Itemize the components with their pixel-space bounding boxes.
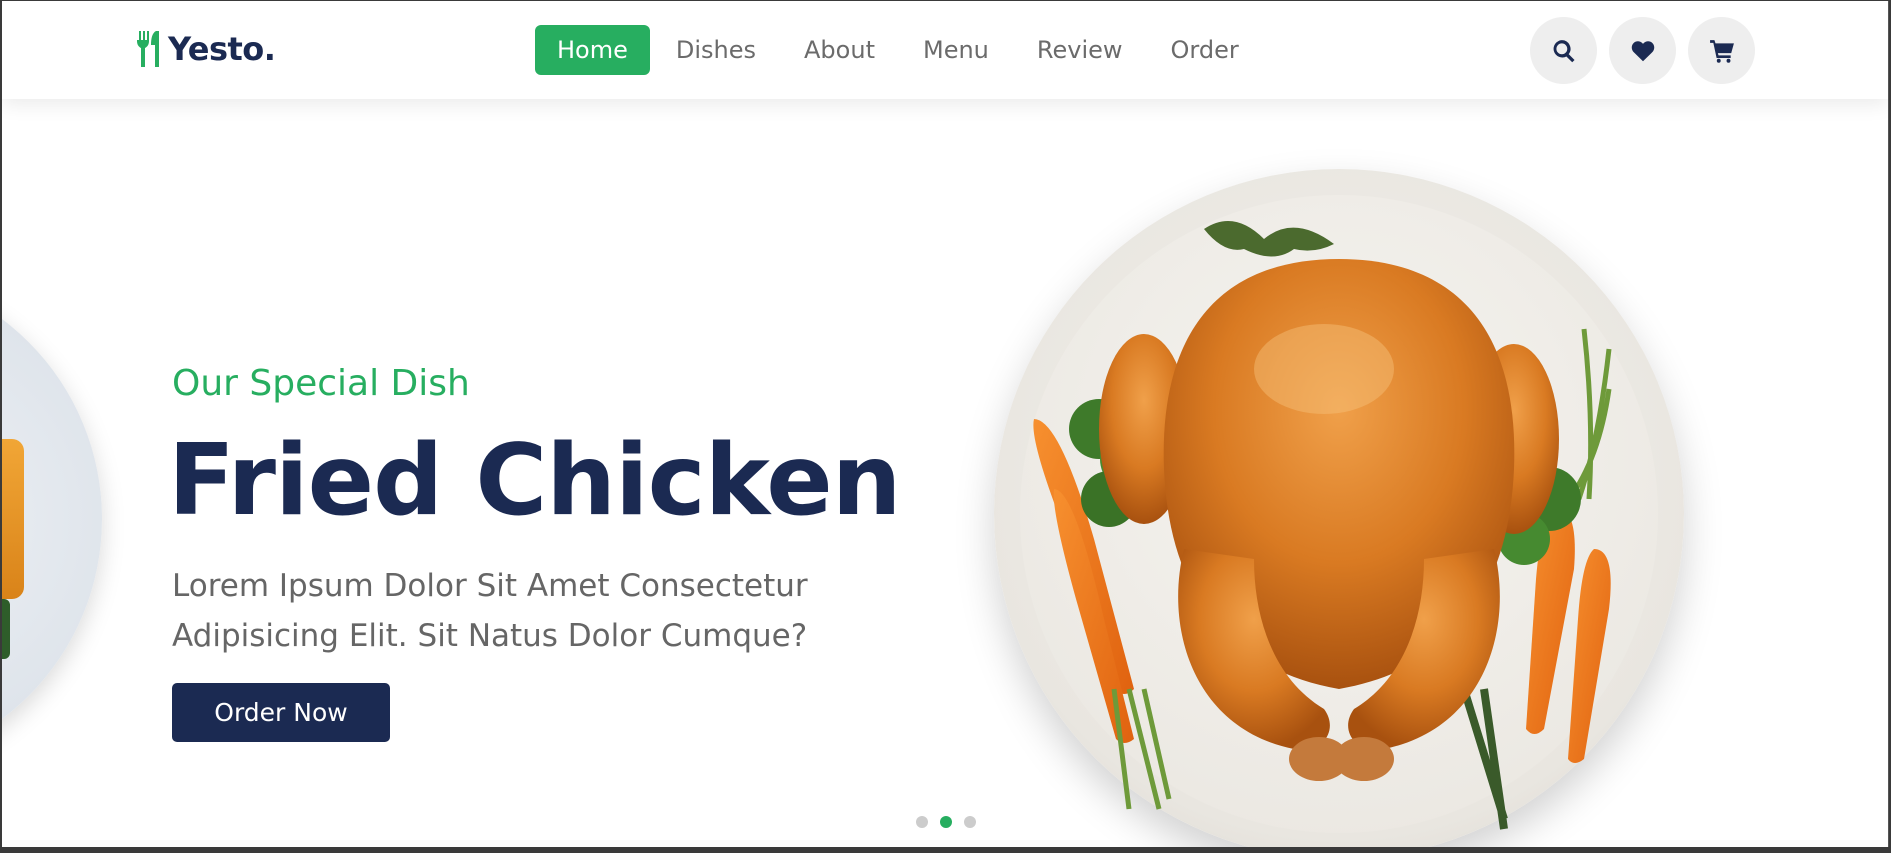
cart-button[interactable]	[1688, 17, 1755, 84]
nav-dishes[interactable]: Dishes	[654, 25, 778, 75]
hero-slider: Our Special Dish Fried Chicken Lorem Ips…	[2, 99, 1888, 847]
main-nav: Home Dishes About Menu Review Order	[535, 25, 1261, 75]
header-icons	[1530, 17, 1755, 84]
nav-menu[interactable]: Menu	[901, 25, 1011, 75]
site-header: Yesto. Home Dishes About Menu Review Ord…	[2, 1, 1888, 99]
search-button[interactable]	[1530, 17, 1597, 84]
search-icon	[1553, 39, 1575, 62]
cart-icon	[1709, 39, 1734, 63]
hero-title: Fried Chicken	[168, 424, 901, 538]
brand-name: Yesto.	[168, 30, 276, 68]
slider-dot-2[interactable]	[940, 816, 952, 828]
roast-chicken-illustration	[1033, 221, 1612, 830]
nav-about[interactable]: About	[782, 25, 897, 75]
previous-slide-garnish	[2, 599, 10, 659]
page-viewport: Yesto. Home Dishes About Menu Review Ord…	[2, 1, 1889, 847]
wishlist-button[interactable]	[1609, 17, 1676, 84]
previous-slide-food	[2, 439, 24, 599]
hero-description: Lorem Ipsum Dolor Sit Amet Consectetur A…	[172, 568, 808, 654]
utensils-icon	[137, 31, 159, 67]
logo[interactable]: Yesto.	[134, 27, 276, 71]
slider-dot-3[interactable]	[964, 816, 976, 828]
slider-pagination	[916, 816, 976, 828]
dish-image	[994, 169, 1684, 847]
nav-home[interactable]: Home	[535, 25, 650, 75]
slider-dot-1[interactable]	[916, 816, 928, 828]
nav-order[interactable]: Order	[1149, 25, 1261, 75]
hero-subtitle: Our Special Dish	[172, 363, 470, 404]
heart-icon	[1631, 40, 1654, 61]
order-now-button[interactable]: Order Now	[172, 683, 390, 742]
nav-review[interactable]: Review	[1015, 25, 1145, 75]
